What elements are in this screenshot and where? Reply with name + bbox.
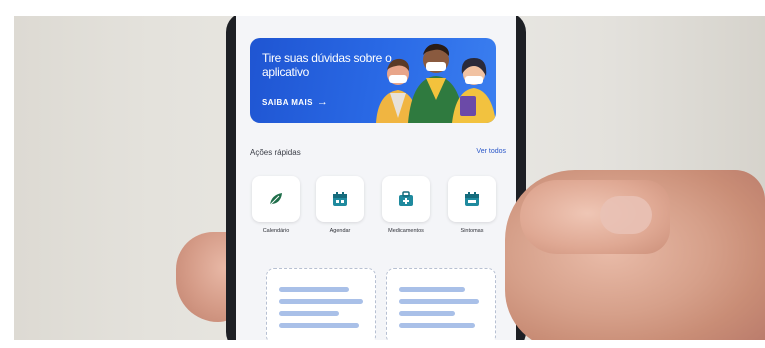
card-text-line [399,323,475,328]
quick-actions-title: Ações rápidas [250,148,301,157]
quick-action-label: Medicamentos [388,228,424,234]
calendar-icon [333,192,347,206]
see-all-link[interactable]: Ver todos [476,148,506,155]
banner-cta-link[interactable]: SAIBA MAIS → [262,96,328,108]
banner-cta-label: SAIBA MAIS [262,97,313,107]
quick-action-sintomas[interactable]: Sintomas [444,174,500,244]
card-text-line [399,299,479,304]
phone-screen: Tire suas dúvidas sobre o aplicativo SAI… [236,14,516,348]
card-text-line [279,311,339,316]
person-right [452,58,496,123]
thumb-nail [600,196,652,234]
card-text-line [279,287,349,292]
quick-actions-row: Calendário Agendar Medicamentos Sintomas [248,174,514,244]
help-banner[interactable]: Tire suas dúvidas sobre o aplicativo SAI… [250,38,496,123]
quick-action-tile[interactable] [382,176,430,222]
quick-action-tile[interactable] [252,176,300,222]
quick-action-tile[interactable] [448,176,496,222]
content-card[interactable] [266,268,376,344]
medkit-icon [399,191,413,206]
quick-actions-header: Ações rápidas Ver todos [250,148,506,162]
card-text-line [279,323,359,328]
arrow-right-icon: → [316,96,329,108]
photo-background: Tire suas dúvidas sobre o aplicativo SAI… [0,0,765,348]
leaf-icon [269,193,282,206]
image-border-top [0,0,765,16]
image-border-bottom [0,340,765,348]
quick-action-label: Calendário [262,228,290,234]
quick-action-label: Sintomas [460,228,484,234]
quick-action-label: Agendar [329,228,351,234]
content-card[interactable] [386,268,496,344]
card-text-line [399,311,455,316]
quick-action-medicamentos[interactable]: Medicamentos [378,174,434,244]
people-illustration [376,43,496,123]
quick-action-agendar[interactable]: Agendar [312,174,368,244]
calendar-icon [465,192,479,206]
card-text-line [279,299,363,304]
card-text-line [399,287,465,292]
image-border-left [0,0,14,348]
quick-action-calendario[interactable]: Calendário [248,174,304,244]
quick-action-tile[interactable] [316,176,364,222]
